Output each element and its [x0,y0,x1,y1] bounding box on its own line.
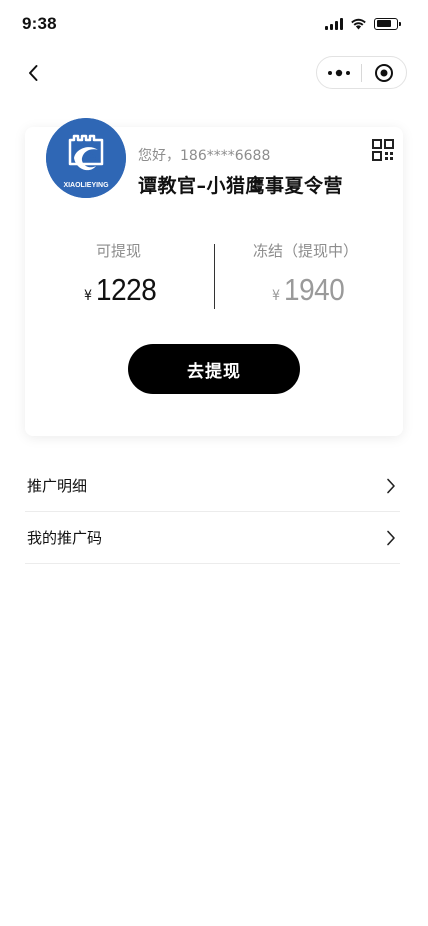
close-button[interactable] [362,57,406,88]
nav-bar [0,52,428,92]
chevron-left-icon [29,65,38,81]
frozen-number: 1940 [284,272,345,307]
chevron-right-icon [384,529,398,547]
balance-divider [214,244,215,309]
greeting-text: 您好，186****6688 [138,148,271,164]
more-dots-icon [328,69,350,76]
currency-symbol: ¥ [84,288,93,304]
qr-code-button[interactable] [372,139,394,161]
status-time: 9:38 [22,14,57,33]
avatar-text: XIAOLIEYING [63,182,109,189]
status-bar: 9:38 [0,0,428,48]
frozen-amount: ¥ 1940 [272,272,351,308]
back-button[interactable] [20,60,46,86]
target-close-icon [375,63,393,82]
withdraw-button[interactable]: 去提现 [128,344,300,394]
currency-symbol: ¥ [272,288,281,304]
wifi-icon [351,18,366,30]
avatar: XIAOLIEYING [46,118,126,198]
menu-item-my-promo-code[interactable]: 我的推广码 [25,512,400,564]
battery-icon [374,17,401,30]
chevron-right-icon [384,477,398,495]
qr-code-icon [372,139,394,161]
account-name: 谭教官–小猎鹰事夏令营 [138,175,344,197]
mini-program-capsule [316,56,407,89]
cellular-signal-icon [325,17,343,30]
menu-list: 推广明细 我的推广码 [25,460,400,564]
status-icons [325,17,401,30]
xiaolieying-logo: XIAOLIEYING [46,118,126,198]
withdrawable-amount: ¥ 1228 [84,272,163,308]
menu-item-label: 推广明细 [27,477,88,495]
menu-item-label: 我的推广码 [27,529,103,547]
menu-item-promotion-details[interactable]: 推广明细 [25,460,400,512]
withdrawable-label: 可提现 [96,242,142,260]
more-button[interactable] [317,57,361,88]
frozen-label: 冻结（提现中） [253,242,359,260]
withdrawable-number: 1228 [96,272,157,307]
